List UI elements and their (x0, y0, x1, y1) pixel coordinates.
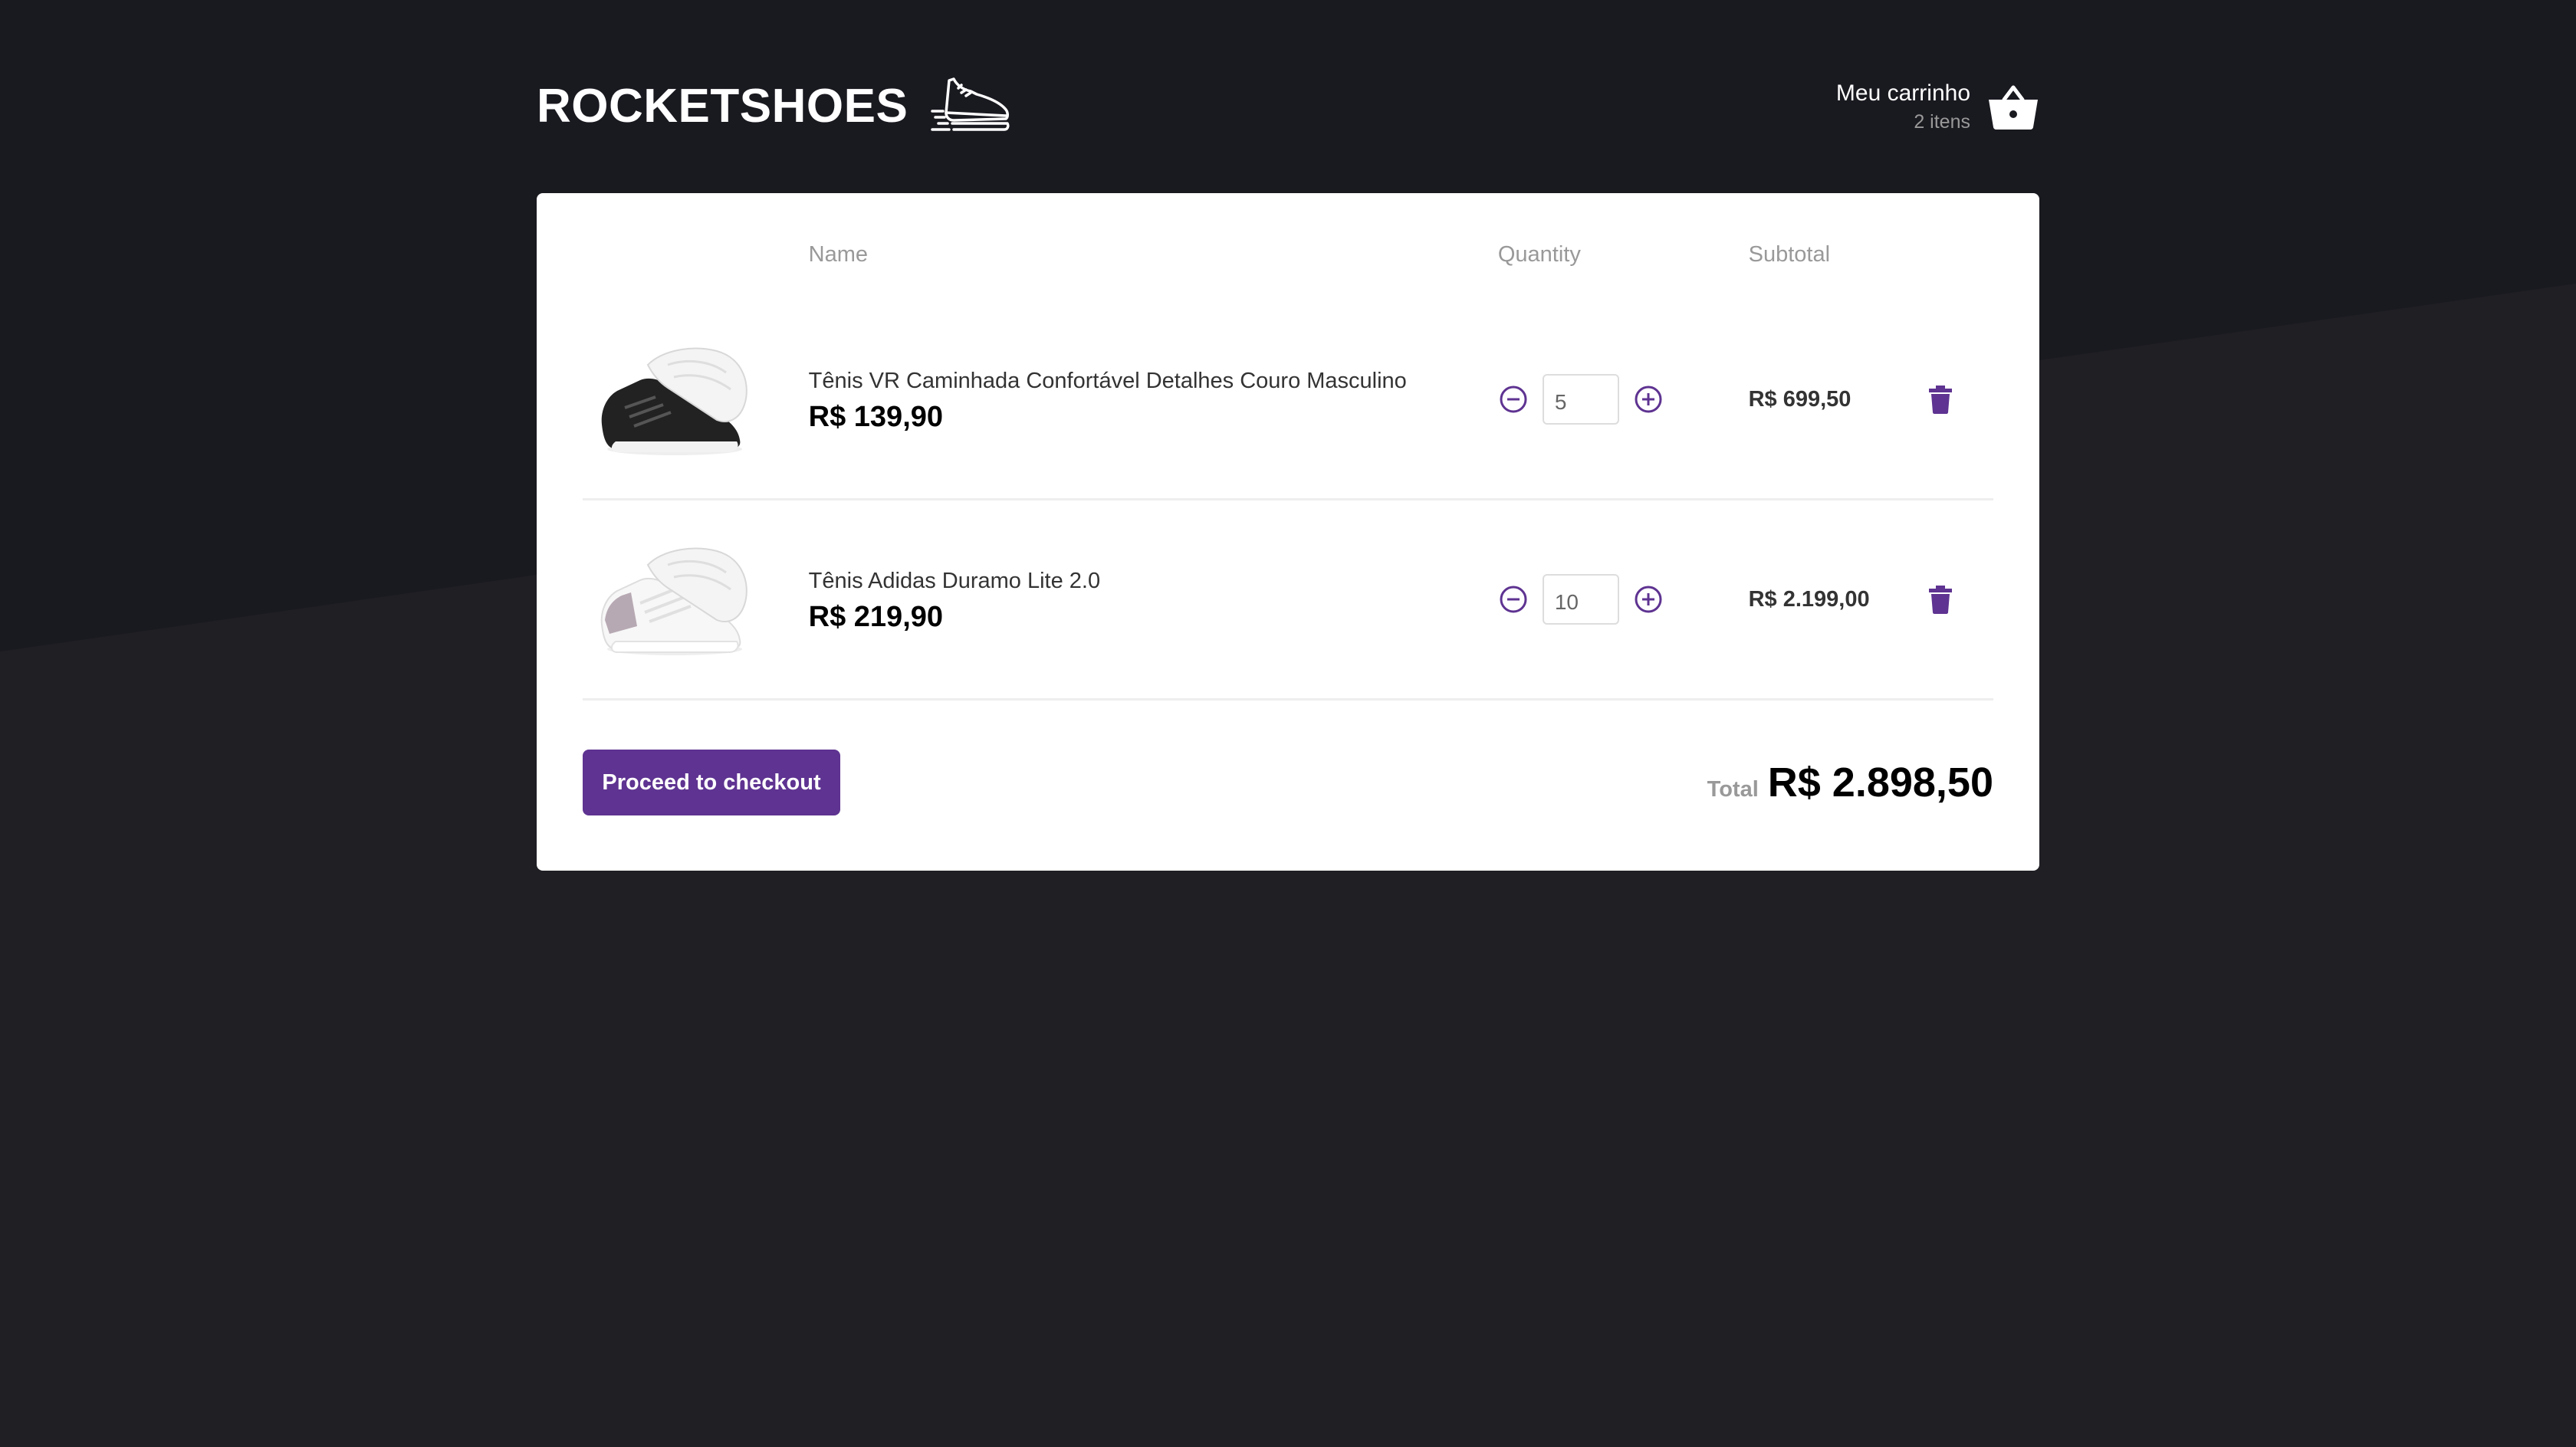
column-header-subtotal: Subtotal (1748, 241, 1831, 267)
table-header-row: Name Quantity Subtotal (583, 239, 1993, 300)
total-value: R$ 2.898,50 (1767, 760, 1993, 806)
product-subtotal: R$ 699,50 (1748, 386, 1852, 412)
quantity-stepper (1498, 374, 1715, 425)
app-container: ROCKETSHOES Meu carrinho 2 itens Name Qu… (537, 0, 2039, 871)
cart-link[interactable]: Meu carrinho 2 itens (1836, 78, 2039, 135)
minus-circle-icon (1500, 386, 1527, 413)
table-row: Tênis VR Caminhada Confortável Detalhes … (583, 300, 1993, 500)
product-title: Tênis Adidas Duramo Lite 2.0 (808, 568, 1101, 593)
quantity-input[interactable] (1542, 574, 1619, 625)
basket-icon (1989, 85, 2038, 130)
quantity-input[interactable] (1542, 374, 1619, 425)
trash-icon (1928, 386, 1952, 414)
product-image-white-sneaker (583, 530, 767, 668)
minus-circle-icon (1500, 586, 1527, 613)
logo-link[interactable]: ROCKETSHOES (537, 76, 1010, 137)
decrement-button[interactable] (1498, 384, 1529, 415)
header: ROCKETSHOES Meu carrinho 2 itens (537, 66, 2039, 147)
product-price: R$ 139,90 (808, 400, 944, 433)
product-image-black-sneaker (583, 330, 767, 468)
cart-total: Total R$ 2.898,50 (1707, 759, 1993, 806)
column-header-name: Name (808, 241, 869, 267)
trash-icon (1928, 586, 1952, 614)
quantity-stepper (1498, 574, 1715, 625)
column-header-image (583, 239, 792, 300)
cart-panel: Name Quantity Subtotal Tênis VR Caminhad… (537, 193, 2039, 871)
checkout-button[interactable]: Proceed to checkout (583, 750, 840, 815)
column-header-actions (1911, 239, 1993, 300)
cart-summary: Meu carrinho 2 itens (1836, 78, 1970, 135)
total-label: Total (1707, 777, 1759, 802)
running-shoe-icon (931, 77, 1010, 131)
product-title: Tênis VR Caminhada Confortável Detalhes … (808, 368, 1407, 393)
product-subtotal: R$ 2.199,00 (1748, 586, 1870, 612)
remove-item-button[interactable] (1927, 385, 1953, 414)
increment-button[interactable] (1633, 384, 1664, 415)
plus-circle-icon (1635, 386, 1662, 413)
plus-circle-icon (1635, 586, 1662, 613)
table-row: Tênis Adidas Duramo Lite 2.0 R$ 219,90 1… (583, 499, 1993, 701)
increment-button[interactable] (1633, 584, 1664, 615)
decrement-button[interactable] (1498, 584, 1529, 615)
cart-title: Meu carrinho (1835, 80, 1970, 106)
logo-text: ROCKETSHOES (537, 80, 909, 133)
column-header-quantity: Quantity (1497, 241, 1581, 267)
cart-table: Name Quantity Subtotal Tênis VR Caminhad… (583, 239, 1993, 701)
product-price: R$ 219,90 (808, 600, 944, 633)
remove-item-button[interactable] (1927, 585, 1953, 614)
cart-footer: Proceed to checkout Total R$ 2.898,50 (583, 750, 1993, 815)
cart-item-count: 2 itens (1914, 111, 1970, 133)
